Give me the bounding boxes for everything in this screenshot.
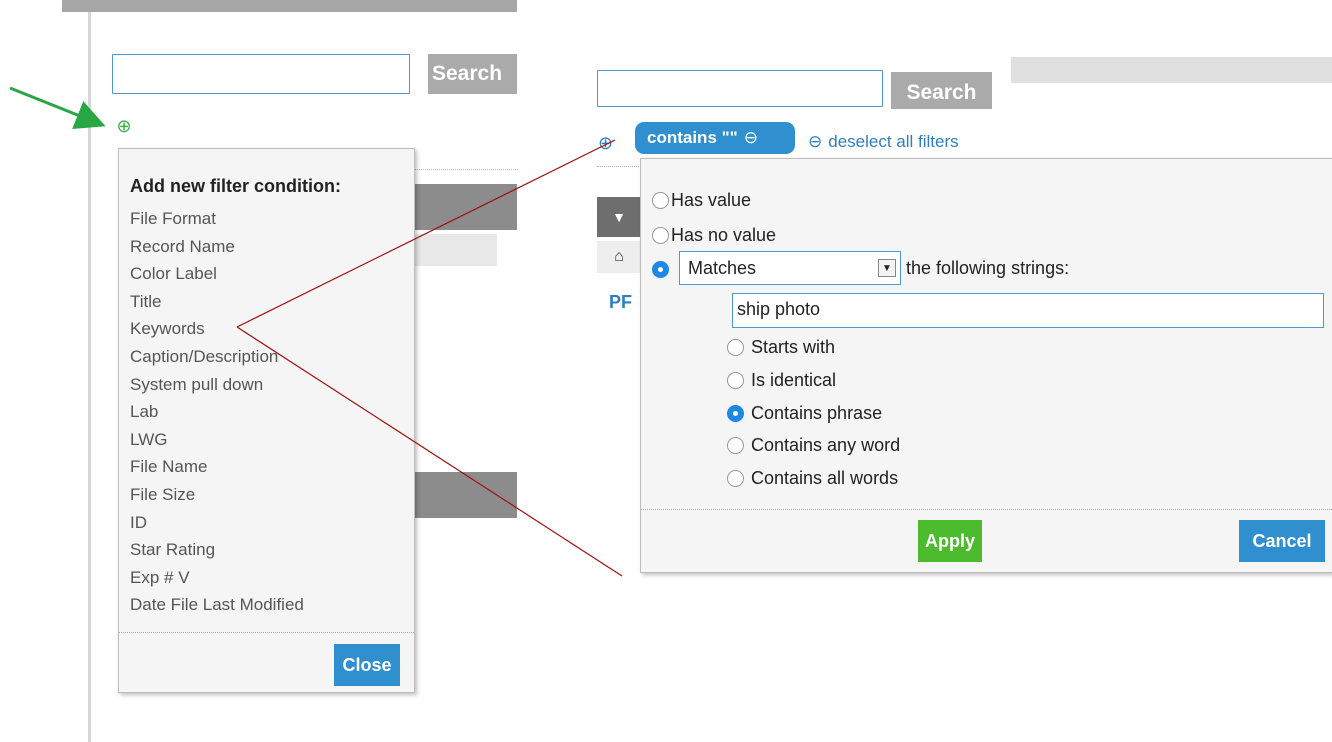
annotation-line-bottom <box>236 326 623 577</box>
annotation-overlay <box>9 86 623 577</box>
annotation-arrow <box>9 86 106 130</box>
annotation-line-top <box>236 139 616 328</box>
